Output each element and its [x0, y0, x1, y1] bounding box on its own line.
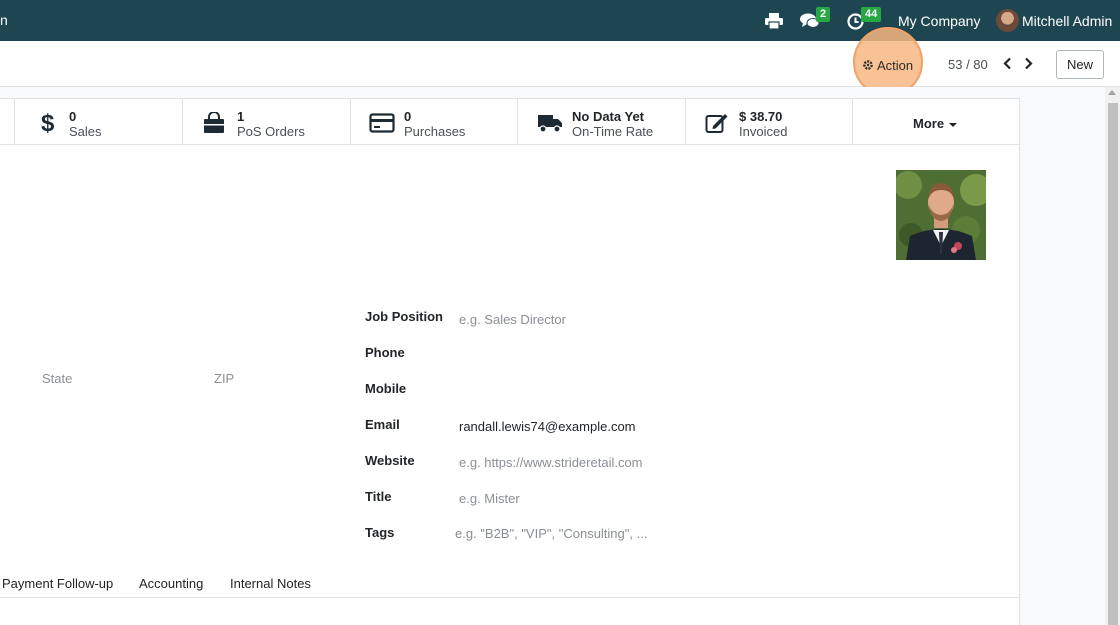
website-input[interactable]: e.g. https://www.strideretail.com — [459, 455, 643, 470]
user-avatar[interactable] — [996, 9, 1019, 32]
more-dropdown[interactable]: More — [913, 116, 958, 131]
email-label: Email — [365, 417, 400, 432]
shopping-bag-icon — [201, 111, 227, 135]
print-icon[interactable] — [763, 10, 785, 32]
scrollbar-thumb[interactable] — [1108, 103, 1118, 625]
smart-value: $ 38.70 — [739, 109, 783, 124]
previous-record-icon[interactable] — [1000, 55, 1014, 71]
smart-label: Sales — [69, 124, 102, 139]
smart-buttons: $ 0 Sales 1 PoS Orders 0 Purchases No Da… — [0, 99, 1019, 145]
gear-icon — [862, 59, 874, 71]
chat-count-badge: 2 — [816, 7, 831, 22]
smart-label: Invoiced — [739, 124, 788, 139]
activity-count-badge: 44 — [861, 7, 882, 22]
form-sheet — [0, 98, 1020, 625]
truck-icon — [537, 111, 563, 135]
email-input[interactable]: randall.lewis74@example.com — [459, 419, 636, 434]
caret-down-icon — [949, 122, 958, 127]
job-position-label: Job Position — [365, 309, 443, 324]
tab-payment-follow-up[interactable]: Payment Follow-up — [2, 576, 113, 591]
smart-label: Purchases — [404, 124, 466, 139]
smart-button-purchases[interactable]: 0 Purchases — [350, 99, 517, 144]
credit-card-icon — [369, 111, 395, 135]
tab-internal-notes[interactable]: Internal Notes — [230, 576, 311, 591]
tags-input[interactable]: e.g. "B2B", "VIP", "Consulting", ... — [455, 526, 647, 541]
smart-value: No Data Yet — [572, 109, 645, 124]
pager-value[interactable]: 53 / 80 — [948, 57, 988, 72]
zip-field[interactable]: ZIP — [214, 371, 234, 386]
website-label: Website — [365, 453, 415, 468]
new-button[interactable]: New — [1056, 50, 1104, 79]
title-input[interactable]: e.g. Mister — [459, 491, 520, 506]
app-name-fragment[interactable]: n — [0, 12, 8, 28]
smart-value: 0 — [69, 109, 77, 124]
user-menu[interactable]: Mitchell Admin — [1022, 13, 1112, 29]
contact-photo[interactable] — [896, 170, 986, 260]
top-navbar: n 2 44 My Company Mitchell Admin — [0, 0, 1120, 41]
phone-input[interactable] — [459, 345, 759, 361]
action-button[interactable]: Action — [862, 56, 913, 74]
dollar-icon: $ — [35, 111, 61, 135]
tab-accounting[interactable]: Accounting — [139, 576, 203, 591]
scroll-up-arrow[interactable] — [1108, 90, 1116, 95]
smart-label: On-Time Rate — [572, 124, 654, 139]
edit-icon — [704, 111, 730, 135]
job-position-input[interactable]: e.g. Sales Director — [459, 312, 566, 327]
smart-button-invoiced[interactable]: $ 38.70 Invoiced — [685, 99, 852, 144]
company-switcher[interactable]: My Company — [898, 13, 980, 29]
title-label: Title — [365, 489, 392, 504]
action-label: Action — [877, 57, 914, 73]
smart-value: 1 — [237, 109, 245, 124]
state-field[interactable]: State — [42, 371, 72, 386]
mobile-label: Mobile — [365, 381, 407, 396]
notebook-tabs: Payment Follow-up Accounting Internal No… — [0, 570, 1019, 598]
more-label: More — [913, 116, 945, 131]
tags-label: Tags — [365, 525, 395, 540]
phone-label: Phone — [365, 345, 405, 360]
smart-button-sales[interactable]: $ 0 Sales — [14, 99, 182, 144]
next-record-icon[interactable] — [1021, 55, 1035, 71]
svg-text:$: $ — [41, 111, 55, 135]
smart-label: PoS Orders — [237, 124, 305, 139]
smart-button-on-time-rate[interactable]: No Data Yet On-Time Rate — [517, 99, 685, 144]
smart-button-pos-orders[interactable]: 1 PoS Orders — [182, 99, 350, 144]
mobile-input[interactable] — [459, 381, 759, 397]
smart-value: 0 — [404, 109, 412, 124]
